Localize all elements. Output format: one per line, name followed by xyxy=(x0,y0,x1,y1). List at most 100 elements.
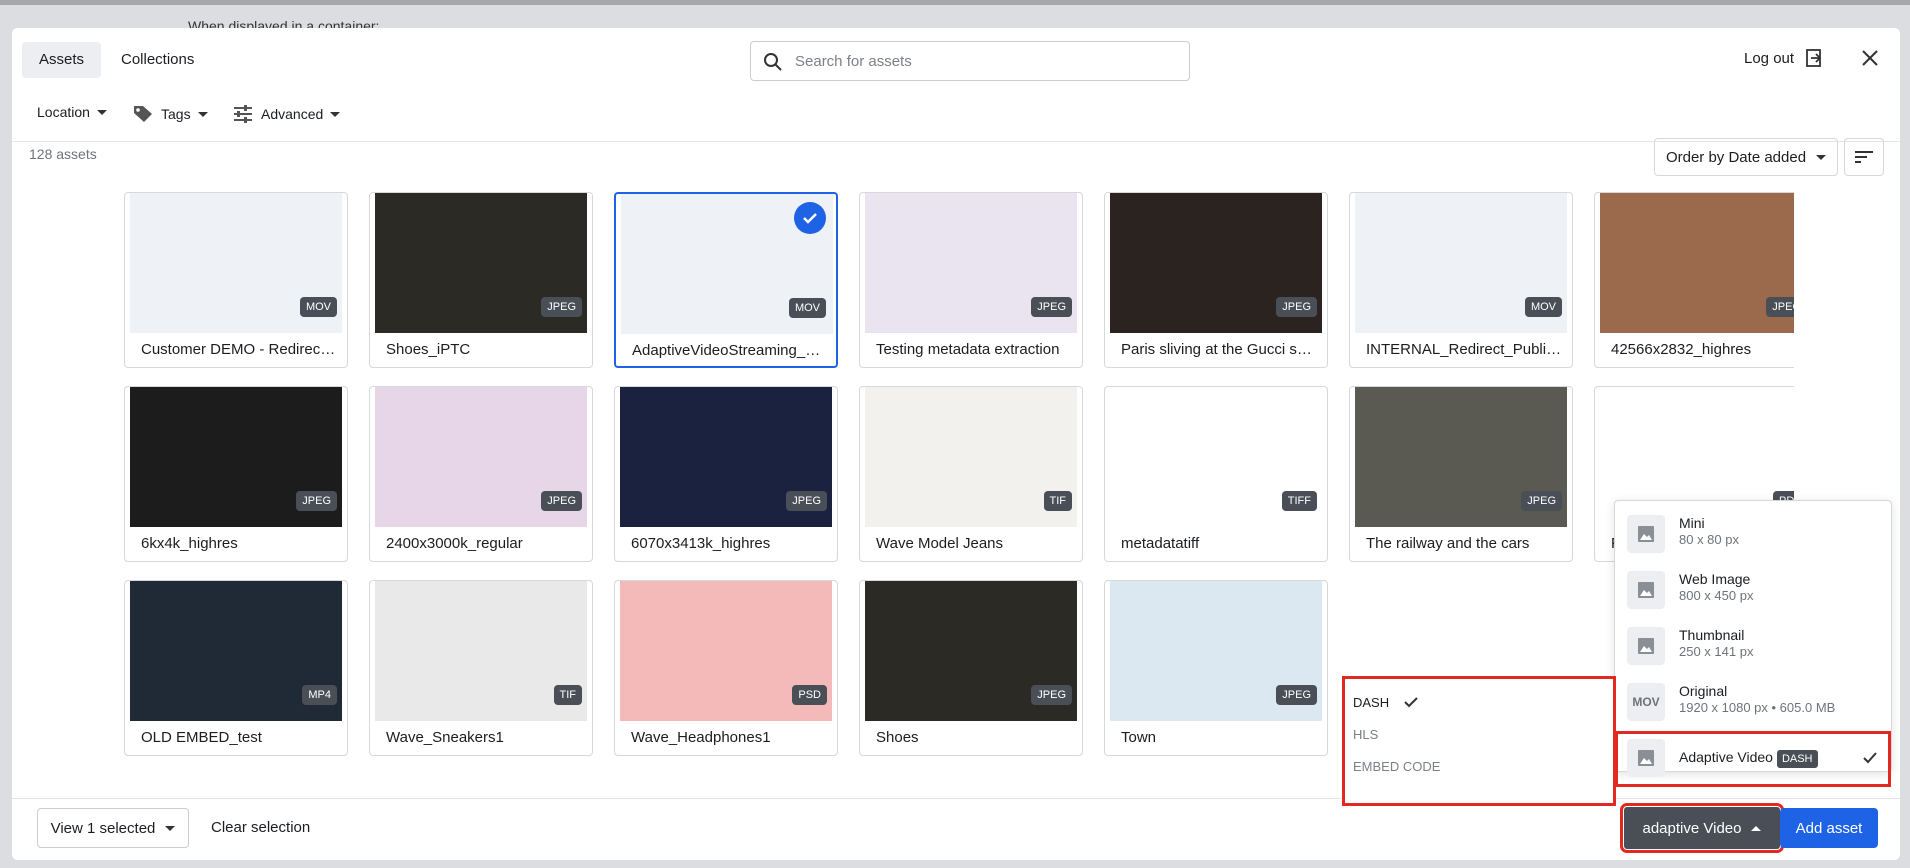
file-type-badge: TIF xyxy=(553,685,582,705)
asset-card[interactable]: TIF Wave_Sneakers1 xyxy=(369,580,593,756)
file-type-badge: PSD xyxy=(792,685,827,705)
format-option[interactable]: Thumbnail 250 x 141 px xyxy=(1615,619,1891,675)
order-label: Order by Date added xyxy=(1665,148,1807,166)
format-option-desc: 800 x 450 px xyxy=(1679,588,1754,603)
asset-name: The railway and the cars xyxy=(1366,535,1530,552)
file-type-badge: MOV xyxy=(788,298,826,318)
file-type-badge: MP4 xyxy=(302,685,337,705)
stream-option-label: EMBED CODE xyxy=(1353,759,1441,774)
asset-card[interactable]: JPEG Town xyxy=(1104,580,1328,756)
format-tag-badge: DASH xyxy=(1776,750,1818,768)
file-type-badge: JPEG xyxy=(1276,685,1317,705)
asset-card[interactable]: TIFF metadatatiff xyxy=(1104,386,1328,562)
filter-location[interactable]: Location xyxy=(37,104,107,120)
file-type-badge: JPEG xyxy=(1276,297,1317,317)
image-icon xyxy=(1627,739,1665,777)
asset-name: Shoes_iPTC xyxy=(386,341,471,358)
file-type-badge: MOV xyxy=(299,297,337,317)
asset-card[interactable]: MOV INTERNAL_Redirect_Public_Links xyxy=(1349,192,1573,368)
asset-name: Paris sliving at the Gucci show xyxy=(1121,341,1317,358)
file-type-badge: JPEG xyxy=(786,491,827,511)
filter-tags-label: Tags xyxy=(161,106,191,122)
chevron-down-icon xyxy=(165,825,176,831)
asset-card[interactable]: JPEG The railway and the cars xyxy=(1349,386,1573,562)
sliders-icon xyxy=(234,105,252,123)
asset-card[interactable]: JPEG 2400x3000k_regular xyxy=(369,386,593,562)
format-option-name: Mini xyxy=(1679,515,1705,531)
chevron-down-icon xyxy=(330,111,341,117)
asset-name: Wave Model Jeans xyxy=(876,535,1004,552)
check-icon xyxy=(1403,695,1419,712)
format-option-name: Adaptive Video DASH xyxy=(1679,749,1818,768)
asset-card[interactable]: JPEG 42566x2832_highres xyxy=(1594,192,1794,368)
asset-name: Wave_Sneakers1 xyxy=(386,729,504,746)
asset-card[interactable]: MP4 OLD EMBED_test xyxy=(124,580,348,756)
format-option[interactable]: MOV Original 1920 x 1080 px • 605.0 MB xyxy=(1615,675,1891,731)
stream-option[interactable]: DASH xyxy=(1353,695,1419,712)
asset-card[interactable]: MOV Customer DEMO - Redirect Public Links… xyxy=(124,192,348,368)
asset-name: Town xyxy=(1121,729,1157,746)
file-type-badge: JPEG xyxy=(541,491,582,511)
asset-name: INTERNAL_Redirect_Public_Links xyxy=(1366,341,1562,358)
asset-card[interactable]: JPEG Testing metadata extraction xyxy=(859,192,1083,368)
format-option[interactable]: Mini 80 x 80 px xyxy=(1615,507,1891,563)
asset-card[interactable]: JPEG Paris sliving at the Gucci show xyxy=(1104,192,1328,368)
search-input[interactable]: Search for assets xyxy=(750,41,1190,81)
chevron-down-icon xyxy=(96,109,107,115)
sort-direction-button[interactable] xyxy=(1844,138,1884,176)
tag-icon xyxy=(134,106,152,122)
image-icon xyxy=(1627,571,1665,609)
clear-selection-button[interactable]: Clear selection xyxy=(211,819,310,836)
format-option-name: Thumbnail xyxy=(1679,627,1745,643)
asset-card[interactable]: TIF Wave Model Jeans xyxy=(859,386,1083,562)
order-dropdown[interactable]: Order by Date added xyxy=(1654,138,1838,176)
asset-name: Shoes xyxy=(876,729,919,746)
logout-icon xyxy=(1806,49,1822,67)
stream-format-menu: DASH HLS EMBED CODE xyxy=(1342,676,1616,806)
asset-count: 128 assets xyxy=(29,146,97,162)
selected-check-icon[interactable] xyxy=(794,202,826,234)
logout-button[interactable]: Log out xyxy=(1744,48,1824,68)
modal-header: Assets Collections Search for assets Log… xyxy=(12,28,1900,142)
asset-card[interactable]: PSD Wave_Headphones1 xyxy=(614,580,838,756)
image-icon xyxy=(1627,515,1665,553)
format-option[interactable]: Adaptive Video DASH xyxy=(1615,731,1891,787)
file-type-badge: JPEG xyxy=(1031,297,1072,317)
asset-name: 6kx4k_highres xyxy=(141,535,238,552)
add-asset-button[interactable]: Add asset xyxy=(1780,808,1878,848)
asset-name: Customer DEMO - Redirect Public Links to… xyxy=(141,341,337,358)
asset-thumbnail xyxy=(1600,193,1794,333)
file-type-badge: JPEG xyxy=(296,491,337,511)
search-placeholder: Search for assets xyxy=(795,53,912,70)
format-label: adaptive Video xyxy=(1642,819,1742,837)
filter-advanced[interactable]: Advanced xyxy=(232,104,341,124)
close-icon xyxy=(1862,50,1878,66)
tab-collections[interactable]: Collections xyxy=(104,42,211,78)
view-selected-label: View 1 selected xyxy=(50,819,156,837)
check-icon xyxy=(1861,749,1879,772)
filter-tags[interactable]: Tags xyxy=(132,104,208,124)
filter-advanced-label: Advanced xyxy=(261,106,324,122)
asset-card[interactable]: JPEG 6kx4k_highres xyxy=(124,386,348,562)
view-selected-button[interactable]: View 1 selected xyxy=(37,808,189,848)
file-type-badge: JPEG xyxy=(541,297,582,317)
image-icon xyxy=(1627,627,1665,665)
file-type-badge: JPEG xyxy=(1031,685,1072,705)
asset-card[interactable]: MOV AdaptiveVideoStreaming_Customer xyxy=(614,192,838,368)
file-type-badge: MOV xyxy=(1524,297,1562,317)
stream-option[interactable]: EMBED CODE xyxy=(1353,759,1440,774)
asset-name: 6070x3413k_highres xyxy=(631,535,771,552)
format-option[interactable]: Web Image 800 x 450 px xyxy=(1615,563,1891,619)
logout-label: Log out xyxy=(1744,49,1795,67)
format-option-desc: 80 x 80 px xyxy=(1679,532,1739,547)
stream-option[interactable]: HLS xyxy=(1353,727,1378,742)
file-type-badge: TIF xyxy=(1043,491,1072,511)
close-button[interactable] xyxy=(1860,48,1880,73)
asset-card[interactable]: JPEG Shoes xyxy=(859,580,1083,756)
asset-card[interactable]: JPEG Shoes_iPTC xyxy=(369,192,593,368)
asset-name: metadatatiff xyxy=(1121,535,1200,552)
tab-assets[interactable]: Assets xyxy=(22,42,102,78)
format-menu: Mini 80 x 80 px Web Image 800 x 450 px Thumb… xyxy=(1614,500,1892,787)
format-dropdown-button[interactable]: adaptive Video xyxy=(1620,803,1784,853)
asset-card[interactable]: JPEG 6070x3413k_highres xyxy=(614,386,838,562)
